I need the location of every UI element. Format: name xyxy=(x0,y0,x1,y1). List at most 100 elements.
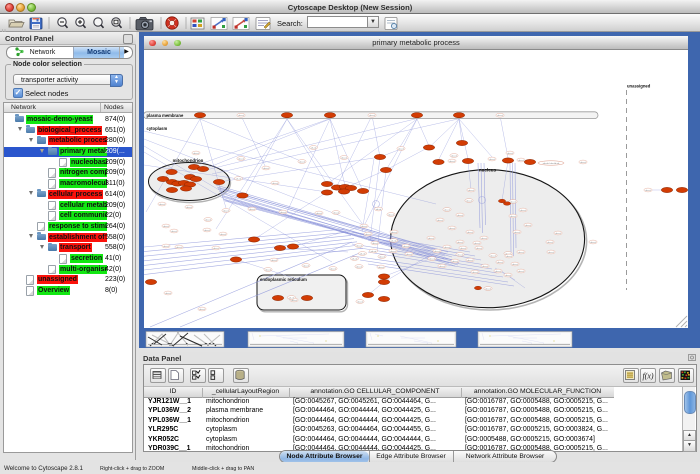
svg-text:ab-cd: ab-cd xyxy=(311,147,317,149)
svg-text:abcdef-abcdd-ab: abcdef-abcdd-ab xyxy=(543,163,560,165)
svg-text:ab-cd: ab-cd xyxy=(506,256,512,258)
svg-text:ab-cd: ab-cd xyxy=(391,232,397,234)
svg-text:ab-cd: ab-cd xyxy=(379,256,385,258)
svg-text:ab-cd: ab-cd xyxy=(376,209,382,211)
svg-text:ab-cd: ab-cd xyxy=(449,228,455,230)
svg-text:ab-cd: ab-cd xyxy=(525,225,531,227)
svg-text:ab-cd: ab-cd xyxy=(371,251,377,253)
svg-text:ab-cd: ab-cd xyxy=(497,262,503,264)
svg-text:ab-cd: ab-cd xyxy=(280,212,286,214)
svg-text:ab-cd: ab-cd xyxy=(403,246,409,248)
svg-text:ab-cd: ab-cd xyxy=(289,297,295,299)
svg-text:ab-cd: ab-cd xyxy=(476,248,482,250)
svg-text:ab-cd: ab-cd xyxy=(238,115,244,117)
svg-text:ab-cd: ab-cd xyxy=(316,213,322,215)
svg-text:ab-cd: ab-cd xyxy=(590,242,596,244)
svg-text:f(x): f(x) xyxy=(642,372,653,381)
svg-text:ab-cd: ab-cd xyxy=(434,251,440,253)
svg-text:ab-cd: ab-cd xyxy=(398,148,404,150)
svg-text:ab-cd: ab-cd xyxy=(510,216,516,218)
svg-text:ab-cd: ab-cd xyxy=(356,245,362,247)
svg-text:ab-cd: ab-cd xyxy=(186,207,192,209)
svg-text:ab-cd: ab-cd xyxy=(388,214,394,216)
svg-text:ab-cd: ab-cd xyxy=(457,254,463,256)
svg-text:ab-cd: ab-cd xyxy=(467,260,473,262)
svg-text:ab-cd: ab-cd xyxy=(439,266,445,268)
svg-text:ab-cd: ab-cd xyxy=(406,254,412,256)
svg-text:cytoplasm: cytoplasm xyxy=(147,126,168,131)
svg-text:ab-cd: ab-cd xyxy=(457,215,463,217)
svg-text:ab-cd: ab-cd xyxy=(580,162,586,164)
svg-text:ab-cd: ab-cd xyxy=(457,242,463,244)
svg-text:ab-cd: ab-cd xyxy=(495,271,501,273)
svg-text:ab-cd: ab-cd xyxy=(460,248,466,250)
svg-text:ab-cd: ab-cd xyxy=(303,265,309,267)
svg-text:ab-cd: ab-cd xyxy=(391,240,397,242)
svg-text:ab-cd: ab-cd xyxy=(205,219,211,221)
svg-text:ab-cd: ab-cd xyxy=(165,293,171,295)
svg-text:ab-cd: ab-cd xyxy=(365,234,371,236)
svg-text:ab-cd: ab-cd xyxy=(482,266,488,268)
svg-text:ab-cd: ab-cd xyxy=(356,266,362,268)
svg-text:ab-cd: ab-cd xyxy=(505,275,511,277)
svg-text:ab-cd: ab-cd xyxy=(249,209,255,211)
svg-text:ab-cd: ab-cd xyxy=(341,157,347,159)
svg-text:ab-cd: ab-cd xyxy=(510,201,516,203)
svg-text:ab-cd: ab-cd xyxy=(490,255,496,257)
svg-text:ab-cd: ab-cd xyxy=(555,233,561,235)
svg-text:ab-cd: ab-cd xyxy=(220,234,226,236)
svg-text:ab-cd: ab-cd xyxy=(333,212,339,214)
svg-text:ab-cd: ab-cd xyxy=(514,232,520,234)
svg-text:ab-cd: ab-cd xyxy=(451,155,457,157)
svg-text:ab-cd: ab-cd xyxy=(489,159,495,161)
svg-text:nucleus: nucleus xyxy=(479,168,497,173)
svg-text:ab-cd: ab-cd xyxy=(645,190,651,192)
svg-text:ab-cd: ab-cd xyxy=(378,267,384,269)
svg-text:ab-cd: ab-cd xyxy=(163,246,169,248)
svg-text:ab-cd: ab-cd xyxy=(428,238,434,240)
svg-text:ab-cd: ab-cd xyxy=(507,153,513,155)
svg-text:ab-cd: ab-cd xyxy=(429,258,435,260)
svg-text:ab-cd: ab-cd xyxy=(213,248,219,250)
svg-text:ab-cd: ab-cd xyxy=(271,260,277,262)
svg-text:ab-cd: ab-cd xyxy=(357,301,363,303)
svg-text:ab-cd: ab-cd xyxy=(330,268,336,270)
svg-text:ab-cd: ab-cd xyxy=(238,158,244,160)
svg-text:ab-cd: ab-cd xyxy=(291,300,297,302)
svg-text:plasma membrane: plasma membrane xyxy=(147,113,184,118)
svg-text:ab-cd: ab-cd xyxy=(444,209,450,211)
svg-text:ab-cd: ab-cd xyxy=(474,243,480,245)
svg-text:ab-cd: ab-cd xyxy=(223,210,229,212)
svg-text:ab-cd: ab-cd xyxy=(159,204,165,206)
svg-text:ab-cd: ab-cd xyxy=(547,242,553,244)
svg-text:endoplasmic reticulum: endoplasmic reticulum xyxy=(260,277,307,282)
svg-text:ab-cd: ab-cd xyxy=(444,247,450,249)
svg-text:unassigned: unassigned xyxy=(627,84,651,89)
svg-text:ab-cd: ab-cd xyxy=(369,115,375,117)
svg-text:ab-cd: ab-cd xyxy=(361,226,367,228)
svg-text:ab-cd: ab-cd xyxy=(204,230,210,232)
svg-text:ab-cd: ab-cd xyxy=(472,272,478,274)
svg-text:ab-cd: ab-cd xyxy=(437,220,443,222)
svg-text:ab-cd: ab-cd xyxy=(497,115,503,117)
svg-text:ab-cd: ab-cd xyxy=(199,309,205,311)
svg-text:ab-cd: ab-cd xyxy=(518,252,524,254)
svg-text:mitochondrion: mitochondrion xyxy=(173,158,204,163)
svg-text:ab-cd: ab-cd xyxy=(512,264,518,266)
svg-text:ab-cd: ab-cd xyxy=(372,243,378,245)
svg-text:ab-cd: ab-cd xyxy=(518,160,524,162)
svg-text:ab-cd: ab-cd xyxy=(449,161,455,163)
svg-text:ab-cd: ab-cd xyxy=(390,251,396,253)
svg-text:ab-cd: ab-cd xyxy=(265,269,271,271)
svg-text:ab-cd: ab-cd xyxy=(485,288,491,290)
svg-text:ab-cd: ab-cd xyxy=(176,247,182,249)
svg-text:ab-cd: ab-cd xyxy=(163,226,169,228)
svg-text:ab-cd: ab-cd xyxy=(466,200,472,202)
svg-text:ab-cd: ab-cd xyxy=(360,253,366,255)
svg-text:ab-cd: ab-cd xyxy=(518,271,524,273)
svg-text:ab-cd: ab-cd xyxy=(272,183,278,185)
svg-text:ab-cd: ab-cd xyxy=(299,161,305,163)
svg-text:ab-cd: ab-cd xyxy=(263,168,269,170)
svg-text:ab-cd: ab-cd xyxy=(468,190,474,192)
svg-text:ab-cd: ab-cd xyxy=(352,258,358,260)
